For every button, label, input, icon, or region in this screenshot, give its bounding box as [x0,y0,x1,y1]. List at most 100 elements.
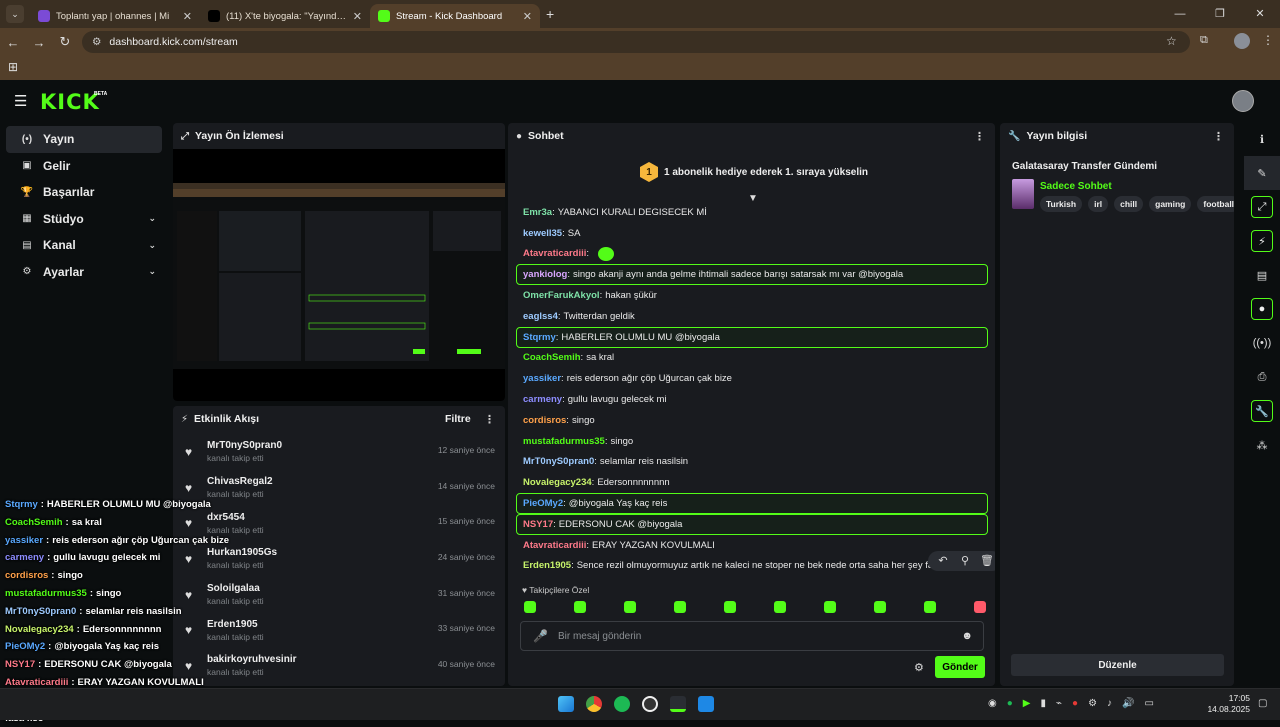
edit-button[interactable]: Düzenle [1011,654,1224,676]
browser-tab[interactable]: Toplantı yap | ohannes | Mi ✕ [30,4,200,28]
send-button[interactable]: Gönder [935,656,985,678]
kick-app-icon[interactable] [670,696,686,712]
emote-icon[interactable] [774,601,786,613]
emote-icon[interactable] [624,601,636,613]
site-info-icon[interactable]: ⚙ [92,36,101,48]
obs-icon[interactable] [642,696,658,712]
chat-message[interactable]: Emr3a: YABANCI KURALI DEGISECEK Mİ [516,202,988,223]
tray-kick-icon[interactable]: ▶ [1023,698,1031,709]
chat-message[interactable]: Stqrmy: HABERLER OLUMLU MU @biyogala [516,326,988,348]
chat-menu-icon[interactable]: ⋮ [974,130,985,143]
chat-username[interactable]: Atavraticardiii [523,540,586,551]
chat-username[interactable]: NSY17 [523,519,553,530]
kick-logo[interactable]: KICK [40,90,100,114]
chat-toggle-icon[interactable]: ● [1244,292,1280,326]
tray-app-icon[interactable]: ◉ [988,698,997,709]
chat-message[interactable]: Novalegacy234: Edersonnnnnnnn [516,472,988,493]
apps-grid-icon[interactable]: ⊞ [8,60,18,74]
chat-username[interactable]: carmeny [523,394,562,405]
chevron-down-icon[interactable]: ⌄ [148,266,156,277]
chat-message[interactable]: yassiker: reis ederson ağır çöp Uğurcan ç… [516,368,988,389]
info-menu-icon[interactable]: ⋮ [1213,130,1224,143]
hamburger-menu-icon[interactable]: ☰ [14,92,27,110]
tag-chip[interactable]: irl [1088,196,1109,212]
chat-username[interactable]: Erden1905 [523,560,571,571]
chat-username[interactable]: MrT0nyS0pran0 [523,456,594,467]
chat-message[interactable]: PieOMy2: @biyogala Yaş kaç reis [516,493,988,514]
broadcast-status-icon[interactable]: ((•)) [1244,326,1280,360]
activity-event[interactable]: ♥ MrT0nyS0pran0 kanalı takip etti 12 saniye… [173,434,505,470]
pin-icon[interactable]: ⚲ [954,551,976,571]
tag-chip[interactable]: Turkish [1040,196,1083,212]
tray-spotify-icon[interactable]: ● [1007,698,1013,709]
chat-input[interactable]: 🎤 Bir mesaj gönderin ☻ [520,621,984,651]
stream-preview-video[interactable] [173,149,505,401]
emote-icon[interactable] [574,601,586,613]
chat-message[interactable]: MrT0nyS0pran0: selamlar reis nasilsin [516,452,988,473]
minimize-icon[interactable]: — [1160,0,1200,28]
sidebar-item-yayın[interactable]: (•) Yayın [6,126,162,153]
close-tab-icon[interactable]: ✕ [353,10,362,23]
tab-search-icon[interactable]: ⌄ [6,5,24,23]
sidebar-item-stüdyo[interactable]: ▦ Stüdyo ⌄ [6,206,162,233]
emote-icon[interactable] [674,601,686,613]
delete-icon[interactable]: 🗑 [976,551,995,571]
printer-icon[interactable]: ⎙ [1244,360,1280,394]
chat-username[interactable]: yassiker [523,373,561,384]
browser-menu-icon[interactable]: ⋮ [1262,33,1274,47]
chat-username[interactable]: kewell35 [523,228,562,239]
tray-steam-icon[interactable]: ⚙ [1088,698,1097,709]
chat-message[interactable]: mustafadurmus35: singo [516,431,988,452]
tray-network-icon[interactable]: ⌁ [1056,698,1062,709]
notification-icon[interactable]: ▢ [1258,698,1267,709]
user-avatar[interactable] [1232,90,1254,112]
chat-username[interactable]: PieOMy2 [523,498,563,509]
emote-icon[interactable] [924,601,936,613]
close-tab-icon[interactable]: ✕ [183,10,192,23]
chat-message[interactable]: Atavraticardiii: [516,244,988,265]
chrome-icon[interactable] [586,696,602,712]
tag-chip[interactable]: gaming [1149,196,1192,212]
close-window-icon[interactable]: ✕ [1240,0,1280,28]
tray-chrome-icon[interactable]: ● [1072,698,1078,709]
chat-settings-icon[interactable]: ⚙ [914,661,924,674]
emote-icon[interactable] [724,601,736,613]
chevron-down-icon[interactable]: ⌄ [148,240,156,251]
chat-username[interactable]: Novalegacy234 [523,477,592,488]
bookmark-star-icon[interactable]: ☆ [1166,34,1177,48]
chat-username[interactable]: eaglss4 [523,311,558,322]
sidebar-item-gelir[interactable]: ▣ Gelir [6,153,162,180]
browser-tab[interactable]: Stream - Kick Dashboard ✕ [370,4,540,28]
activity-menu-icon[interactable]: ⋮ [484,413,495,426]
chat-message[interactable]: carmeny: gullu lavugu gelecek mi [516,389,988,410]
restore-icon[interactable]: ❐ [1200,0,1240,28]
chat-username[interactable]: mustafadurmus35 [523,436,605,447]
chat-username[interactable]: Stqrmy [523,332,556,343]
emote-icon[interactable] [524,601,536,613]
chat-message[interactable]: Atavraticardiii: ERAY YAZGAN KOVULMALI [516,535,988,556]
chat-username[interactable]: yankiolog [523,269,567,280]
preview-toggle-icon[interactable]: ⤢ [1244,190,1280,224]
activity-toggle-icon[interactable]: ⚡ [1244,224,1280,258]
category-name[interactable]: Sadece Sohbet [1040,181,1112,192]
gift-sub-banner[interactable]: 1 1 abonelik hediye ederek 1. sıraya yük… [508,149,995,195]
info-icon[interactable]: ℹ [1244,122,1280,156]
chat-message[interactable]: CoachSemih: sa kral [516,348,988,369]
browser-tab[interactable]: (11) X'te biyogala: "Yayındayız, ✕ [200,4,370,28]
notes-icon[interactable]: ▤ [1244,258,1280,292]
reply-icon[interactable]: ↶ [932,551,954,571]
emoji-icon[interactable]: ☻ [961,630,973,642]
photo-app-icon[interactable] [698,696,714,712]
chat-message[interactable]: eaglss4: Twitterdan geldik [516,306,988,327]
chat-username[interactable]: Atavraticardiii [523,248,586,259]
emote-icon[interactable] [974,601,986,613]
chat-username[interactable]: cordisros [523,415,566,426]
tag-chip[interactable]: football [1197,196,1234,212]
tray-chart-icon[interactable]: ▮ [1040,698,1046,709]
url-field[interactable]: ⚙ dashboard.kick.com/stream [82,31,1190,53]
new-tab-button[interactable]: + [546,6,554,22]
tray-mic-icon[interactable]: ♪ [1107,698,1112,709]
forward-icon[interactable]: → [26,35,52,50]
tag-chip[interactable]: chill [1114,196,1144,212]
tray-volume-icon[interactable]: 🔊 [1122,698,1134,709]
